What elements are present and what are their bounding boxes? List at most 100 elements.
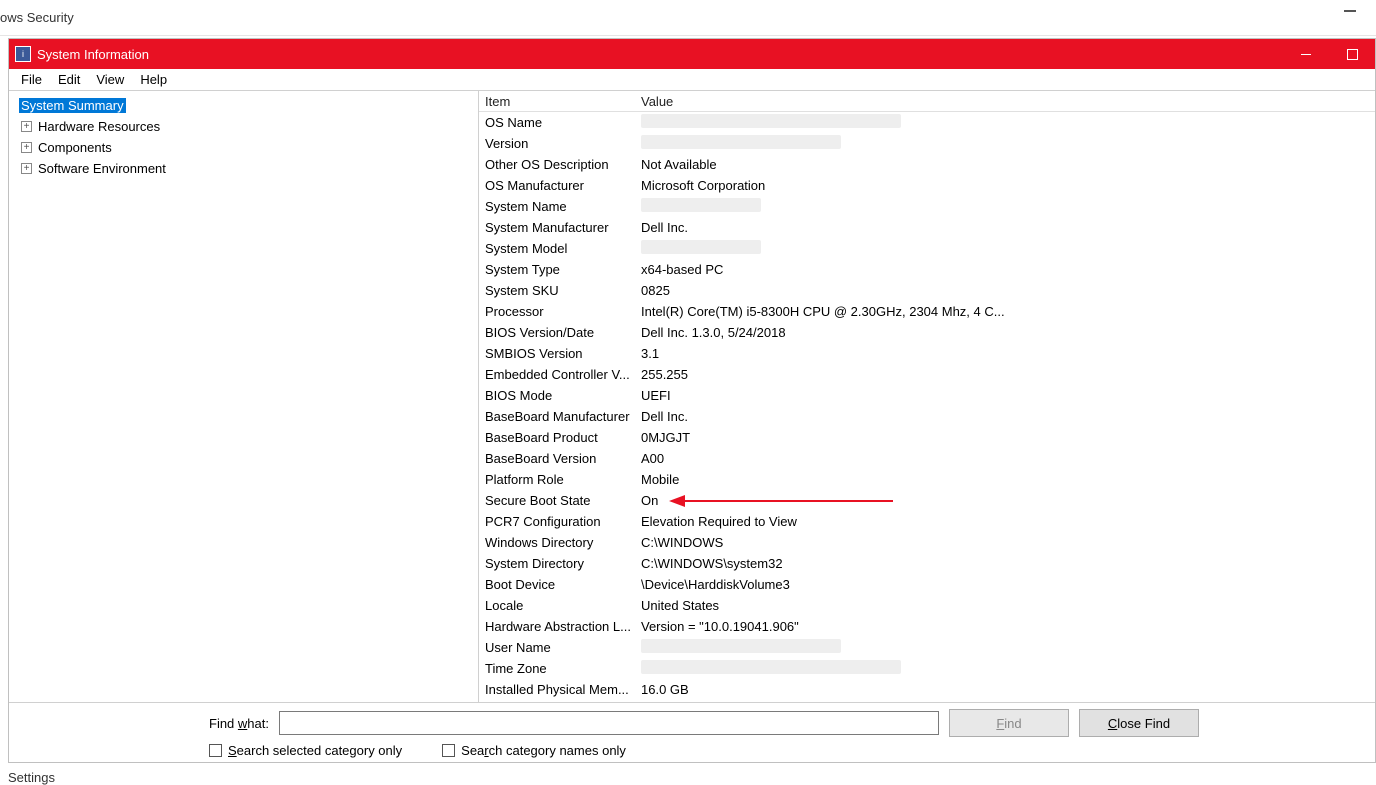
details-row[interactable]: Secure Boot StateOn [479, 490, 1375, 511]
system-information-window: i System Information File Edit View Help… [8, 38, 1376, 763]
row-item: System SKU [485, 283, 641, 298]
menu-bar: File Edit View Help [9, 69, 1375, 91]
row-item: PCR7 Configuration [485, 514, 641, 529]
menu-edit[interactable]: Edit [50, 70, 88, 89]
close-find-button[interactable]: Close Find [1079, 709, 1199, 737]
find-input[interactable] [279, 711, 939, 735]
details-row[interactable]: BaseBoard ManufacturerDell Inc. [479, 406, 1375, 427]
row-value [641, 114, 1375, 131]
checkbox-icon[interactable] [442, 744, 455, 757]
details-row[interactable]: Boot Device\Device\HarddiskVolume3 [479, 574, 1375, 595]
expand-icon[interactable]: + [21, 163, 32, 174]
row-item: Embedded Controller V... [485, 367, 641, 382]
row-item: Secure Boot State [485, 493, 641, 508]
details-row[interactable]: System Model [479, 238, 1375, 259]
tree-item-system-summary[interactable]: System Summary [9, 95, 478, 116]
row-value: 0825 [641, 283, 1375, 298]
row-value: C:\WINDOWS\system32 [641, 556, 1375, 571]
menu-view[interactable]: View [88, 70, 132, 89]
row-value: United States [641, 598, 1375, 613]
row-value: Dell Inc. 1.3.0, 5/24/2018 [641, 325, 1375, 340]
tree-item-hardware-resources[interactable]: + Hardware Resources [9, 116, 478, 137]
row-item: Version [485, 136, 641, 151]
header-value[interactable]: Value [641, 94, 1375, 109]
row-value: Microsoft Corporation [641, 178, 1375, 193]
details-row[interactable]: Windows DirectoryC:\WINDOWS [479, 532, 1375, 553]
details-pane[interactable]: Item Value OS Name Version Other OS Descri… [479, 91, 1375, 702]
row-item: Platform Role [485, 472, 641, 487]
details-row[interactable]: BaseBoard Product0MJGJT [479, 427, 1375, 448]
row-item: System Name [485, 199, 641, 214]
search-category-names-checkbox[interactable]: Search category names only [442, 743, 626, 758]
details-row[interactable]: OS Name [479, 112, 1375, 133]
details-row[interactable]: System SKU0825 [479, 280, 1375, 301]
row-value: x64-based PC [641, 262, 1375, 277]
row-value: 3.1 [641, 346, 1375, 361]
menu-help[interactable]: Help [132, 70, 175, 89]
details-row[interactable]: SMBIOS Version3.1 [479, 343, 1375, 364]
titlebar[interactable]: i System Information [9, 39, 1375, 69]
header-item[interactable]: Item [485, 94, 641, 109]
checkbox-icon[interactable] [209, 744, 222, 757]
row-item: Windows Directory [485, 535, 641, 550]
details-row[interactable]: System DirectoryC:\WINDOWS\system32 [479, 553, 1375, 574]
row-value: Dell Inc. [641, 409, 1375, 424]
tree-item-software-environment[interactable]: + Software Environment [9, 158, 478, 179]
details-row[interactable]: BIOS ModeUEFI [479, 385, 1375, 406]
row-value: \Device\HarddiskVolume3 [641, 577, 1375, 592]
row-item: Installed Physical Mem... [485, 682, 641, 697]
row-item: SMBIOS Version [485, 346, 641, 361]
row-item: Processor [485, 304, 641, 319]
details-row[interactable]: Platform RoleMobile [479, 469, 1375, 490]
menu-file[interactable]: File [13, 70, 50, 89]
expand-icon[interactable]: + [21, 142, 32, 153]
row-value: C:\WINDOWS [641, 535, 1375, 550]
row-item: Boot Device [485, 577, 641, 592]
details-row[interactable]: Installed Physical Mem...16.0 GB [479, 679, 1375, 700]
category-tree[interactable]: System Summary + Hardware Resources + Co… [9, 91, 479, 702]
details-row[interactable]: User Name [479, 637, 1375, 658]
minimize-button[interactable] [1283, 39, 1329, 69]
row-item: System Directory [485, 556, 641, 571]
details-row[interactable]: PCR7 ConfigurationElevation Required to … [479, 511, 1375, 532]
search-selected-category-checkbox[interactable]: Search selected category only [209, 743, 402, 758]
row-value: On [641, 493, 1375, 508]
row-value: Elevation Required to View [641, 514, 1375, 529]
details-row[interactable]: Embedded Controller V...255.255 [479, 364, 1375, 385]
find-button[interactable]: Find [949, 709, 1069, 737]
details-row[interactable]: BaseBoard VersionA00 [479, 448, 1375, 469]
details-row[interactable]: System Typex64-based PC [479, 259, 1375, 280]
details-row[interactable]: BIOS Version/DateDell Inc. 1.3.0, 5/24/2… [479, 322, 1375, 343]
row-item: User Name [485, 640, 641, 655]
row-item: Locale [485, 598, 641, 613]
details-row[interactable]: System ManufacturerDell Inc. [479, 217, 1375, 238]
details-row[interactable]: Time Zone [479, 658, 1375, 679]
tree-item-components[interactable]: + Components [9, 137, 478, 158]
details-row[interactable]: System Name [479, 196, 1375, 217]
row-value: Dell Inc. [641, 220, 1375, 235]
background-minimize-icon [1344, 10, 1356, 12]
row-value: Mobile [641, 472, 1375, 487]
row-value: Version = "10.0.19041.906" [641, 619, 1375, 634]
row-value: 0MJGJT [641, 430, 1375, 445]
expand-icon[interactable]: + [21, 121, 32, 132]
row-value [641, 660, 1375, 677]
details-row[interactable]: ProcessorIntel(R) Core(TM) i5-8300H CPU … [479, 301, 1375, 322]
background-bottom-text: Settings [8, 770, 55, 785]
find-label: Find what: [209, 716, 269, 731]
row-item: System Type [485, 262, 641, 277]
row-value: 16.0 GB [641, 682, 1375, 697]
row-item: BaseBoard Manufacturer [485, 409, 641, 424]
details-row[interactable]: Version [479, 133, 1375, 154]
details-header[interactable]: Item Value [479, 91, 1375, 112]
row-item: Hardware Abstraction L... [485, 619, 641, 634]
details-row[interactable]: Other OS DescriptionNot Available [479, 154, 1375, 175]
details-row[interactable]: OS ManufacturerMicrosoft Corporation [479, 175, 1375, 196]
row-item: Other OS Description [485, 157, 641, 172]
row-item: System Manufacturer [485, 220, 641, 235]
details-row[interactable]: Hardware Abstraction L...Version = "10.0… [479, 616, 1375, 637]
row-value [641, 135, 1375, 152]
background-window-title: ows Security [0, 0, 1376, 36]
maximize-button[interactable] [1329, 39, 1375, 69]
details-row[interactable]: LocaleUnited States [479, 595, 1375, 616]
